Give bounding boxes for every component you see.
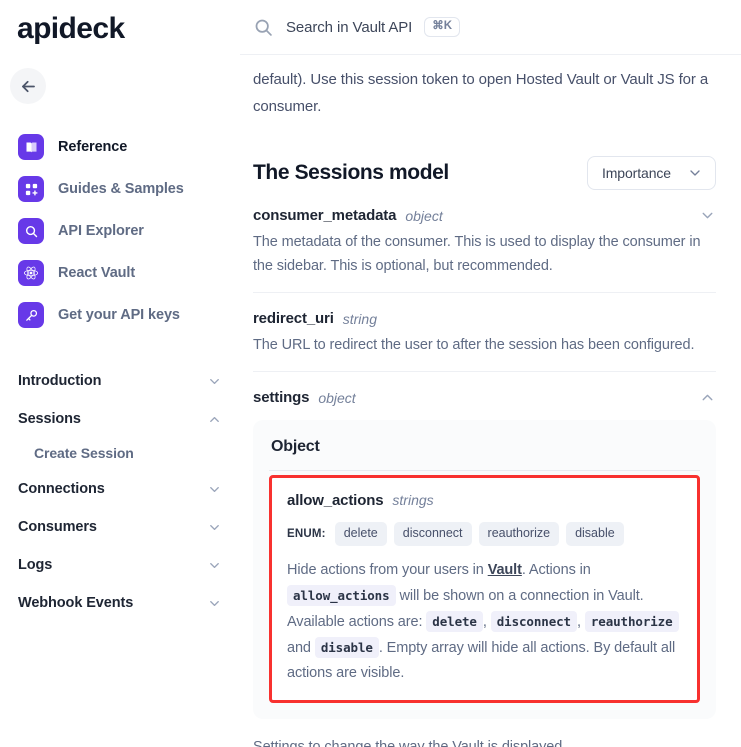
chevron-down-icon [687,165,703,181]
object-card-title: Object [269,438,700,471]
app-root: apideck Reference Guides & Samples API E… [0,0,741,747]
sidebar-item-label: Reference [58,139,128,155]
property-settings: settings object Object allow_actions str… [253,372,716,747]
desc-text: and [287,639,315,656]
sidebar-section-connections[interactable]: Connections [16,470,224,508]
desc-text: . Actions in [521,561,591,578]
property-type: object [318,389,356,406]
top-search-bar[interactable]: Search in Vault API ⌘K [240,0,741,54]
sidebar-section-introduction[interactable]: Introduction [16,362,224,400]
vault-link[interactable]: Vault [488,562,522,578]
sidebar-item-label: Get your API keys [58,307,180,323]
sort-dropdown-label: Importance [601,165,671,181]
sidebar: apideck Reference Guides & Samples API E… [0,0,240,747]
section-header: The Sessions model Importance [253,156,716,190]
key-icon [18,302,44,328]
highlighted-property-allow-actions: allow_actions strings ENUM: delete disco… [269,475,700,703]
enum-chip-disconnect: disconnect [393,522,472,546]
react-atom-icon [18,260,44,286]
sidebar-section-label: Introduction [18,373,102,389]
sidebar-item-create-session[interactable]: Create Session [16,438,224,470]
property-header: settings object [253,389,716,406]
property-type: string [342,310,377,327]
object-card: Object allow_actions strings ENUM: delet… [253,420,716,719]
chevron-down-icon [207,520,222,535]
sidebar-item-reference[interactable]: Reference [12,126,228,168]
code-allow-actions: allow_actions [287,584,396,606]
property-name: allow_actions [287,492,384,509]
settings-footer-note: Settings to change the way the Vault is … [253,738,567,747]
property-description: The URL to redirect the user to after th… [253,337,695,353]
property-header: consumer_metadata object [253,207,716,224]
sidebar-item-label: API Explorer [58,223,144,239]
property-consumer-metadata: consumer_metadata object The metadata of… [253,190,716,293]
sidebar-subitem-label: Create Session [34,445,134,461]
sort-dropdown[interactable]: Importance [586,156,716,190]
sidebar-item-react-vault[interactable]: React Vault [12,252,228,294]
enum-chip-reauthorize: reauthorize [478,522,560,546]
brand-logo: apideck [17,12,125,45]
sidebar-item-label: React Vault [58,265,136,281]
page-title: The Sessions model [253,161,449,184]
doc-body: default). Use this session token to open… [240,54,741,747]
chevron-down-icon[interactable] [699,207,716,224]
code-disconnect: disconnect [490,610,577,632]
property-name: redirect_uri [253,310,334,327]
desc-text: Hide actions from your users in [287,561,488,578]
code-disable: disable [314,636,379,658]
book-icon [18,134,44,160]
arrow-left-icon [19,77,38,96]
property-description: The metadata of the consumer. This is us… [253,234,701,274]
sidebar-section-logs[interactable]: Logs [16,546,224,584]
sidebar-section-label: Connections [18,481,105,497]
sidebar-section-sessions[interactable]: Sessions [16,400,224,438]
sidebar-section-label: Consumers [18,519,97,535]
search-icon [253,17,274,38]
property-header: redirect_uri string [253,310,716,327]
enum-label: ENUM: [287,527,326,540]
code-delete: delete [426,610,483,632]
enum-chip-disable: disable [566,522,624,546]
sidebar-section-label: Logs [18,557,53,573]
sidebar-item-get-your-api-keys[interactable]: Get your API keys [12,294,228,336]
chevron-down-icon [207,374,222,389]
chevron-down-icon [207,596,222,611]
enum-chip-delete: delete [334,522,387,546]
chevron-down-icon [207,482,222,497]
back-button-wrap [0,47,240,104]
search-shortcut-badge: ⌘K [424,16,461,38]
magnifier-icon [18,218,44,244]
code-reauthorize: reauthorize [584,610,679,632]
intro-paragraph: default). Use this session token to open… [253,71,709,115]
sidebar-main-nav: Reference Guides & Samples API Explorer … [0,126,240,336]
property-description: Hide actions from your users in Vault. A… [287,558,683,686]
search-input[interactable]: Search in Vault API [286,19,412,36]
sidebar-item-api-explorer[interactable]: API Explorer [12,210,228,252]
property-name: settings [253,389,310,406]
sidebar-section-label: Sessions [18,411,81,427]
chevron-down-icon [207,558,222,573]
property-type: strings [392,492,434,508]
sidebar-section-webhook-events[interactable]: Webhook Events [16,584,224,622]
back-button[interactable] [10,68,46,104]
property-name: consumer_metadata [253,207,397,224]
main-content: Search in Vault API ⌘K default). Use thi… [240,0,741,747]
sidebar-section-label: Webhook Events [18,595,134,611]
property-redirect-uri: redirect_uri string The URL to redirect … [253,293,716,372]
desc-text: , [576,613,585,630]
sidebar-item-guides-samples[interactable]: Guides & Samples [12,168,228,210]
sidebar-sections-nav: Introduction Sessions Create Session Con… [0,362,240,622]
grid-plus-icon [18,176,44,202]
sidebar-section-consumers[interactable]: Consumers [16,508,224,546]
chevron-up-icon [207,412,222,427]
property-header: allow_actions strings [287,492,683,509]
chevron-up-icon[interactable] [699,389,716,406]
enum-row: ENUM: delete disconnect reauthorize disa… [287,522,683,546]
property-type: object [405,207,443,224]
desc-text: , [482,613,491,630]
sidebar-item-label: Guides & Samples [58,181,184,197]
